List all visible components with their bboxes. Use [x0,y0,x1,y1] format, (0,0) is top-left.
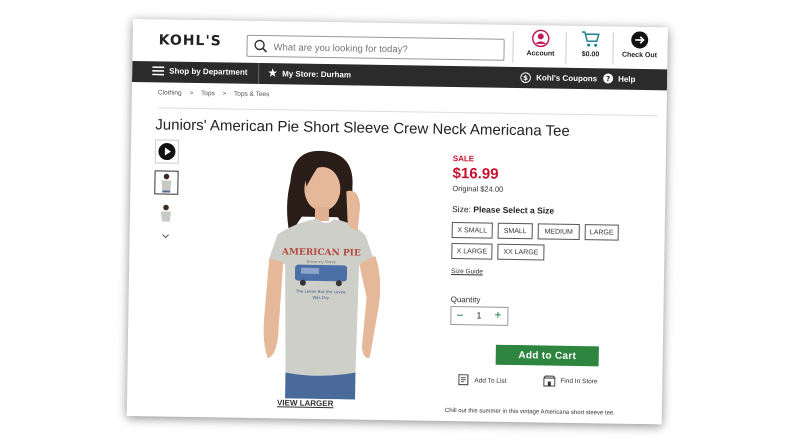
my-store-link[interactable]: ★ My Store: Durham [268,68,351,80]
find-in-store-button[interactable]: Find In Store [543,375,598,387]
site-header: KOHL'S Account $0.00 [132,19,668,67]
shirt-print-line3: The Levee But the Levee [295,289,346,295]
search-box[interactable] [246,34,505,61]
add-to-list-button[interactable]: Add To List [458,374,506,387]
sale-label: SALE [452,154,475,164]
checkout-button[interactable]: Check Out [614,31,664,60]
quantity-decrease-button[interactable]: − [456,308,463,322]
svg-text:?: ? [606,74,611,83]
size-prefix: Size: [451,204,472,215]
add-to-list-label: Add To List [474,376,507,385]
kohls-coupons-link[interactable]: $ Kohl's Coupons [520,72,597,84]
shirt-print-line2: Drove my Chevy [307,260,336,264]
size-option-x-small[interactable]: X SMALL [451,222,493,239]
size-option-large[interactable]: LARGE [584,224,619,241]
cart-icon [581,31,600,47]
size-option-medium[interactable]: MEDIUM [537,223,580,241]
add-to-cart-button[interactable]: Add to Cart [495,344,599,367]
help-link[interactable]: ? Help [603,73,636,84]
breadcrumb-tops[interactable]: Tops [201,90,215,97]
my-store-label: My Store: Durham [282,69,352,80]
divider [157,107,658,117]
image-thumbnail-2[interactable] [153,201,179,226]
checkout-label: Check Out [621,51,658,60]
cart-button[interactable]: $0.00 [568,30,612,59]
size-option-small[interactable]: SMALL [497,222,533,240]
search-input[interactable] [271,37,502,61]
breadcrumb-separator: > [222,90,227,98]
checkout-arrow-icon [631,31,649,49]
quantity-increase-button[interactable]: + [494,308,501,323]
help-label: Help [618,74,636,84]
account-button[interactable]: Account [520,29,560,58]
chevron-down-icon[interactable] [162,233,170,239]
size-option-x-large[interactable]: X LARGE [451,243,493,260]
product-description: Chill out this summer in this vintage Am… [444,407,615,417]
breadcrumb-clothing[interactable]: Clothing [158,89,182,96]
star-icon: ★ [268,68,278,80]
coupon-icon: $ [520,72,531,83]
kohls-logo[interactable]: KOHL'S [159,32,222,49]
store-icon [543,375,556,387]
quantity-label: Quantity [450,295,481,305]
account-icon [531,29,550,48]
sale-price: $16.99 [452,165,499,183]
size-label: Size: Please Select a Size [452,204,554,216]
quantity-stepper: − 1 + [450,306,509,326]
product-page: KOHL'S Account $0.00 [126,19,668,425]
size-option-xx-large[interactable]: XX LARGE [497,243,545,261]
video-thumbnail[interactable] [154,139,180,164]
product-main-image[interactable]: AMERICAN PIE Drove my Chevy The Levee Bu… [227,146,411,401]
breadcrumb: Clothing > Tops > Tops & Tees [158,89,276,98]
shirt-print-title: AMERICAN PIE [281,247,361,258]
breadcrumb-separator: > [189,89,194,97]
list-icon [458,374,469,386]
header-divider [512,30,514,63]
play-icon [158,143,176,161]
account-label: Account [526,50,555,58]
original-price: Original $24.00 [452,184,504,194]
shop-by-department-label: Shop by Department [169,66,248,77]
model-back-thumbnail-image [160,204,171,222]
header-divider [565,31,567,64]
menu-icon [152,66,165,76]
help-icon: ? [603,73,614,84]
model-thumbnail-image [161,173,172,193]
cart-amount: $0.00 [581,51,600,59]
image-thumbnail-1[interactable] [154,170,179,195]
search-icon[interactable] [253,39,268,53]
nav-divider [257,62,260,84]
find-in-store-label: Find In Store [560,377,598,386]
shop-by-department-menu[interactable]: Shop by Department [152,66,248,77]
size-prompt: Please Select a Size [473,204,555,216]
svg-text:$: $ [523,74,528,82]
coupons-label: Kohl's Coupons [536,73,598,84]
shirt-print-line4: Was Dry [312,295,329,300]
view-larger-link[interactable]: VIEW LARGER [277,398,334,408]
size-guide-link[interactable]: Size Guide [451,268,483,275]
breadcrumb-tops-tees[interactable]: Tops & Tees [234,91,269,99]
product-title: Juniors' American Pie Short Sleeve Crew … [155,116,570,140]
quantity-value[interactable]: 1 [476,310,481,320]
